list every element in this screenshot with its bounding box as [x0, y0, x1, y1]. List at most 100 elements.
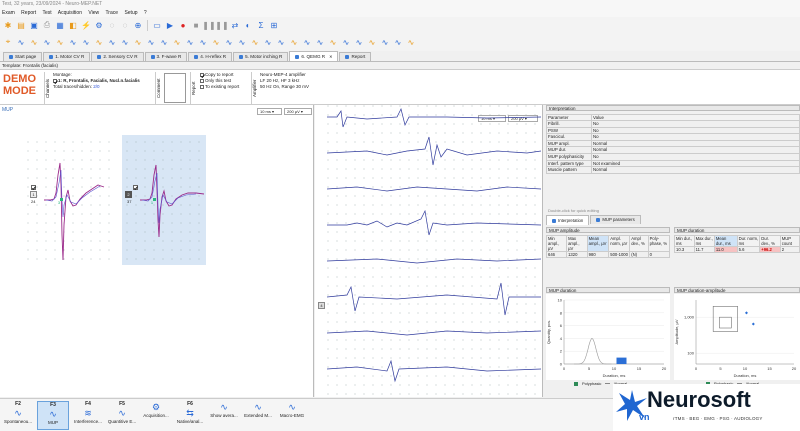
menu-trace[interactable]: Trace [105, 10, 118, 16]
table-row[interactable]: Fascicul. No [546, 133, 800, 141]
trace-tool-28-icon[interactable]: ∿ [367, 37, 377, 47]
tab-motor-inching[interactable]: 5. Motor inching R [233, 52, 289, 61]
trace-tool-10-icon[interactable]: ∿ [133, 37, 143, 47]
comment-box[interactable] [164, 73, 186, 103]
sum-icon[interactable]: Σ [256, 20, 266, 30]
trace-tool-7-icon[interactable]: ∿ [94, 37, 104, 47]
extended-mup-button[interactable]: ∿ Extended M... [242, 401, 274, 419]
trace-tool-4-icon[interactable]: ∿ [55, 37, 65, 47]
to-existing-report-checkbox[interactable] [200, 84, 204, 89]
trace-tool-12-icon[interactable]: ∿ [159, 37, 169, 47]
mup-amplitude-table[interactable]: Min ampl., µV Max ampl., µV Mean ampl., … [545, 235, 671, 258]
show-average-button[interactable]: ∿ Show avera... [208, 401, 240, 419]
table-row[interactable]: 10.3 11.7 11.0 5.6 +96.2 2 [674, 246, 800, 253]
mup-2-index[interactable]: 2 [125, 191, 132, 198]
trace-tool-29-icon[interactable]: ∿ [380, 37, 390, 47]
trace-tool-8-icon[interactable]: ∿ [107, 37, 117, 47]
mup-2-marker[interactable] [153, 198, 156, 201]
trace-tool-15-icon[interactable]: ∿ [198, 37, 208, 47]
macro-emg-button[interactable]: ∿ Macro-EMG [276, 401, 308, 419]
trace-tool-19-icon[interactable]: ∿ [250, 37, 260, 47]
table-row[interactable]: MUP polyphasicity No [546, 152, 800, 161]
settings-icon[interactable]: ⚙ [94, 20, 104, 30]
montage-checkbox[interactable] [53, 78, 57, 83]
trace-tool-11-icon[interactable]: ∿ [146, 37, 156, 47]
table-row[interactable]: PSW No [546, 126, 800, 135]
trace-tool-5-icon[interactable]: ∿ [68, 37, 78, 47]
monitor-icon[interactable]: ▭ [152, 20, 162, 30]
table-row[interactable]: Interf. pattern type Not examined [546, 159, 800, 168]
trace-tool-25-icon[interactable]: ∿ [328, 37, 338, 47]
trace-tool-13-icon[interactable]: ∿ [172, 37, 182, 47]
tab-report[interactable]: Report [339, 52, 372, 61]
trace-tool-21-icon[interactable]: ∿ [276, 37, 286, 47]
f6-native-analysis-button[interactable]: F6 ⇆ Native/anal... [174, 401, 206, 424]
trace-tool-27-icon[interactable]: ∿ [354, 37, 364, 47]
tab-sensory-cv[interactable]: 2. Sensory CV R [91, 52, 144, 61]
trace-tool-9-icon[interactable]: ∿ [120, 37, 130, 47]
tab-h-reflex[interactable]: 4. H-reflex R [188, 52, 233, 61]
tab-mup-parameters[interactable]: MUP parameters [590, 215, 641, 224]
tab-interpretation[interactable]: Interpretation [546, 215, 590, 225]
stop-icon[interactable]: ■ [191, 20, 201, 30]
mup-1-index[interactable]: 1 [30, 191, 37, 198]
audio-icon[interactable]: ◐ [243, 20, 253, 30]
save-icon[interactable]: ▣ [29, 20, 39, 30]
report-icon[interactable]: ▦ [55, 20, 65, 30]
trace-tool-23-icon[interactable]: ∿ [302, 37, 312, 47]
to-existing-report-option[interactable]: To existing report [200, 84, 239, 90]
raw-marker-label[interactable]: 4 [318, 302, 325, 309]
f4-interference-button[interactable]: F4 ≋ Interference... [72, 401, 104, 424]
trace-tool-3-icon[interactable]: ∿ [42, 37, 52, 47]
close-tab-icon[interactable]: ✕ [329, 53, 332, 61]
cursor-icon[interactable]: ⌖ [3, 37, 13, 47]
mup-duration-table[interactable]: Min dur., ms Max dur., ms Mean dur., ms … [674, 235, 800, 253]
menu-report[interactable]: Report [21, 10, 36, 16]
trace-tool-22-icon[interactable]: ∿ [289, 37, 299, 47]
menu-help[interactable]: ? [144, 10, 147, 16]
mup-1-marker[interactable] [60, 198, 63, 201]
pause-icon[interactable]: ❚❚ [202, 20, 215, 30]
mup-1-checkbox[interactable] [31, 185, 36, 191]
trace-tool-1-icon[interactable]: ∿ [16, 37, 26, 47]
table-row[interactable]: 646 1320 980 500-1000 (N) 0 [545, 251, 671, 258]
menu-setup[interactable]: Setup [124, 10, 137, 16]
trace-tool-31-icon[interactable]: ∿ [406, 37, 416, 47]
tab-start-page[interactable]: Start page [3, 52, 43, 61]
stimulator-icon[interactable]: ⚡ [81, 20, 91, 30]
tab-f-wave[interactable]: 3. F-wave R [144, 52, 188, 61]
table-row[interactable]: Fibrill. No [546, 120, 800, 128]
trigger-icon[interactable]: ⇄ [230, 20, 240, 30]
trace-tool-20-icon[interactable]: ∿ [263, 37, 273, 47]
copy-to-report-checkbox[interactable] [200, 72, 204, 77]
f5-quantitative-button[interactable]: F5 ∿ Quantitive E... [106, 401, 138, 424]
mup-waveforms[interactable] [0, 105, 314, 397]
menu-acquisition[interactable]: Acquisition [58, 10, 82, 16]
only-this-test-checkbox[interactable] [200, 78, 204, 83]
patient-icon[interactable]: ✱ [3, 20, 13, 30]
tab-motor-cv[interactable]: 1. Motor CV R [43, 52, 91, 61]
table-row[interactable]: MUP dur. Normal [546, 146, 800, 154]
play-icon[interactable]: ▶ [165, 20, 175, 30]
f3-mup-button[interactable]: F3 ∿ MUP [37, 401, 69, 430]
trace-tool-16-icon[interactable]: ∿ [211, 37, 221, 47]
trace-tool-14-icon[interactable]: ∿ [185, 37, 195, 47]
tab-qemg[interactable]: 6. QEMG R ✕ [289, 51, 339, 61]
trace-tool-24-icon[interactable]: ∿ [315, 37, 325, 47]
menu-test[interactable]: Test [43, 10, 52, 16]
disabled-icon-2[interactable]: ◌ [120, 20, 130, 30]
record-icon[interactable]: ● [178, 20, 188, 30]
f2-spontaneous-button[interactable]: F2 ∿ Spontaneou... [2, 401, 34, 424]
trace-tool-2-icon[interactable]: ∿ [29, 37, 39, 47]
electrode-icon[interactable]: ⊕ [133, 20, 143, 30]
trace-tool-17-icon[interactable]: ∿ [224, 37, 234, 47]
raw-emg-traces[interactable] [327, 105, 541, 397]
print-icon[interactable]: ⎙ [42, 20, 52, 30]
trace-tool-18-icon[interactable]: ∿ [237, 37, 247, 47]
new-exam-icon[interactable]: ▤ [16, 20, 26, 30]
trace-tool-6-icon[interactable]: ∿ [81, 37, 91, 47]
table-row[interactable]: MUP ampl. Normal [546, 139, 800, 148]
table-row[interactable]: Muscle pattern Normal [546, 166, 800, 174]
interpretation-table[interactable]: Parameter Value Fibrill. No PSW No Fascicul… [546, 114, 800, 174]
menu-view[interactable]: View [88, 10, 99, 16]
